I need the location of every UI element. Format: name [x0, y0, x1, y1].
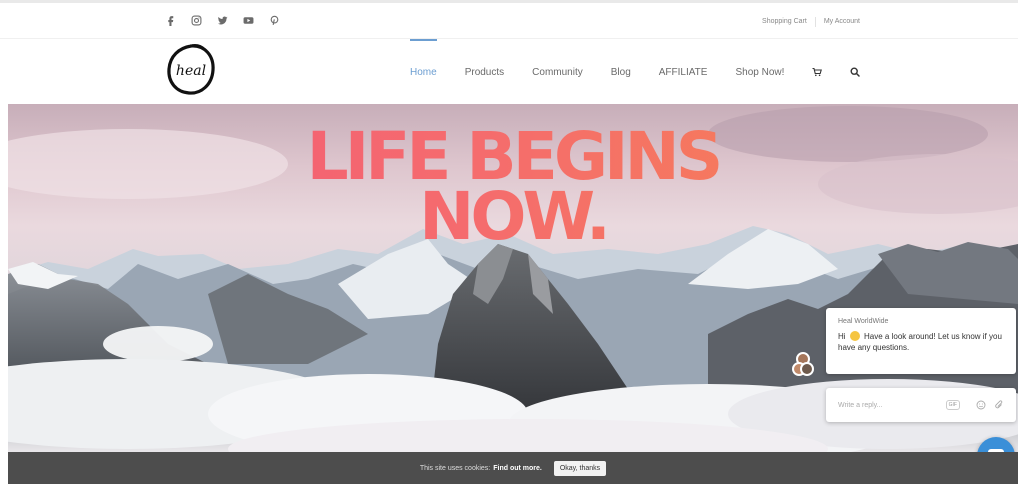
- facebook-icon[interactable]: [163, 13, 177, 27]
- youtube-icon[interactable]: [241, 13, 255, 27]
- search-icon[interactable]: [850, 67, 861, 77]
- pinterest-icon[interactable]: [267, 13, 281, 27]
- reply-input[interactable]: Write a reply...: [838, 402, 946, 409]
- main-nav: Home Products Community Blog AFFILIATE S…: [410, 39, 888, 105]
- cookie-notice-bar: This site uses cookies: Find out more. O…: [8, 452, 1018, 484]
- twitter-icon[interactable]: [215, 13, 229, 27]
- nav-shop-now[interactable]: Shop Now!: [735, 39, 784, 105]
- hero-headline-line2: NOW.: [8, 184, 1018, 250]
- chat-sender: Heal WorldWide: [838, 318, 889, 325]
- chat-agent-avatars: [792, 352, 814, 380]
- avatar: [800, 362, 814, 376]
- cookie-find-out-more-link[interactable]: Find out more.: [493, 465, 542, 472]
- my-account-link[interactable]: My Account: [814, 17, 868, 27]
- top-utility-bar: Shopping Cart My Account: [0, 0, 1018, 38]
- chat-message: Hi Have a look around! Let us know if yo…: [838, 331, 1004, 353]
- shopping-cart-link[interactable]: Shopping Cart: [754, 17, 815, 27]
- nav-products[interactable]: Products: [465, 39, 504, 105]
- instagram-icon[interactable]: [189, 13, 203, 27]
- emoji-icon[interactable]: [976, 400, 986, 410]
- chat-message-text: Have a look around! Let us know if you h…: [838, 332, 1002, 352]
- gif-button[interactable]: GIF: [945, 400, 960, 410]
- site-header: heal Home Products Community Blog AFFILI…: [0, 38, 1018, 104]
- chat-message-bubble[interactable]: Heal WorldWide Hi Have a look around! Le…: [826, 308, 1016, 374]
- cookie-text: This site uses cookies:: [419, 464, 491, 472]
- nav-affiliate[interactable]: AFFILIATE: [659, 39, 708, 105]
- logo-text: heal: [176, 63, 206, 79]
- nav-home[interactable]: Home: [410, 39, 437, 105]
- nav-blog[interactable]: Blog: [611, 39, 631, 105]
- attachment-icon[interactable]: [994, 400, 1004, 410]
- heal-logo[interactable]: heal: [165, 42, 217, 98]
- social-links: [163, 13, 281, 27]
- smile-emoji-icon: [849, 331, 860, 341]
- chat-reply-box[interactable]: Write a reply... GIF: [826, 388, 1016, 422]
- cart-icon[interactable]: [812, 67, 823, 77]
- nav-community[interactable]: Community: [532, 39, 583, 105]
- chat-greeting: Hi: [838, 332, 846, 341]
- cookie-accept-button[interactable]: Okay, thanks: [553, 460, 607, 476]
- top-links: Shopping Cart My Account: [754, 17, 868, 27]
